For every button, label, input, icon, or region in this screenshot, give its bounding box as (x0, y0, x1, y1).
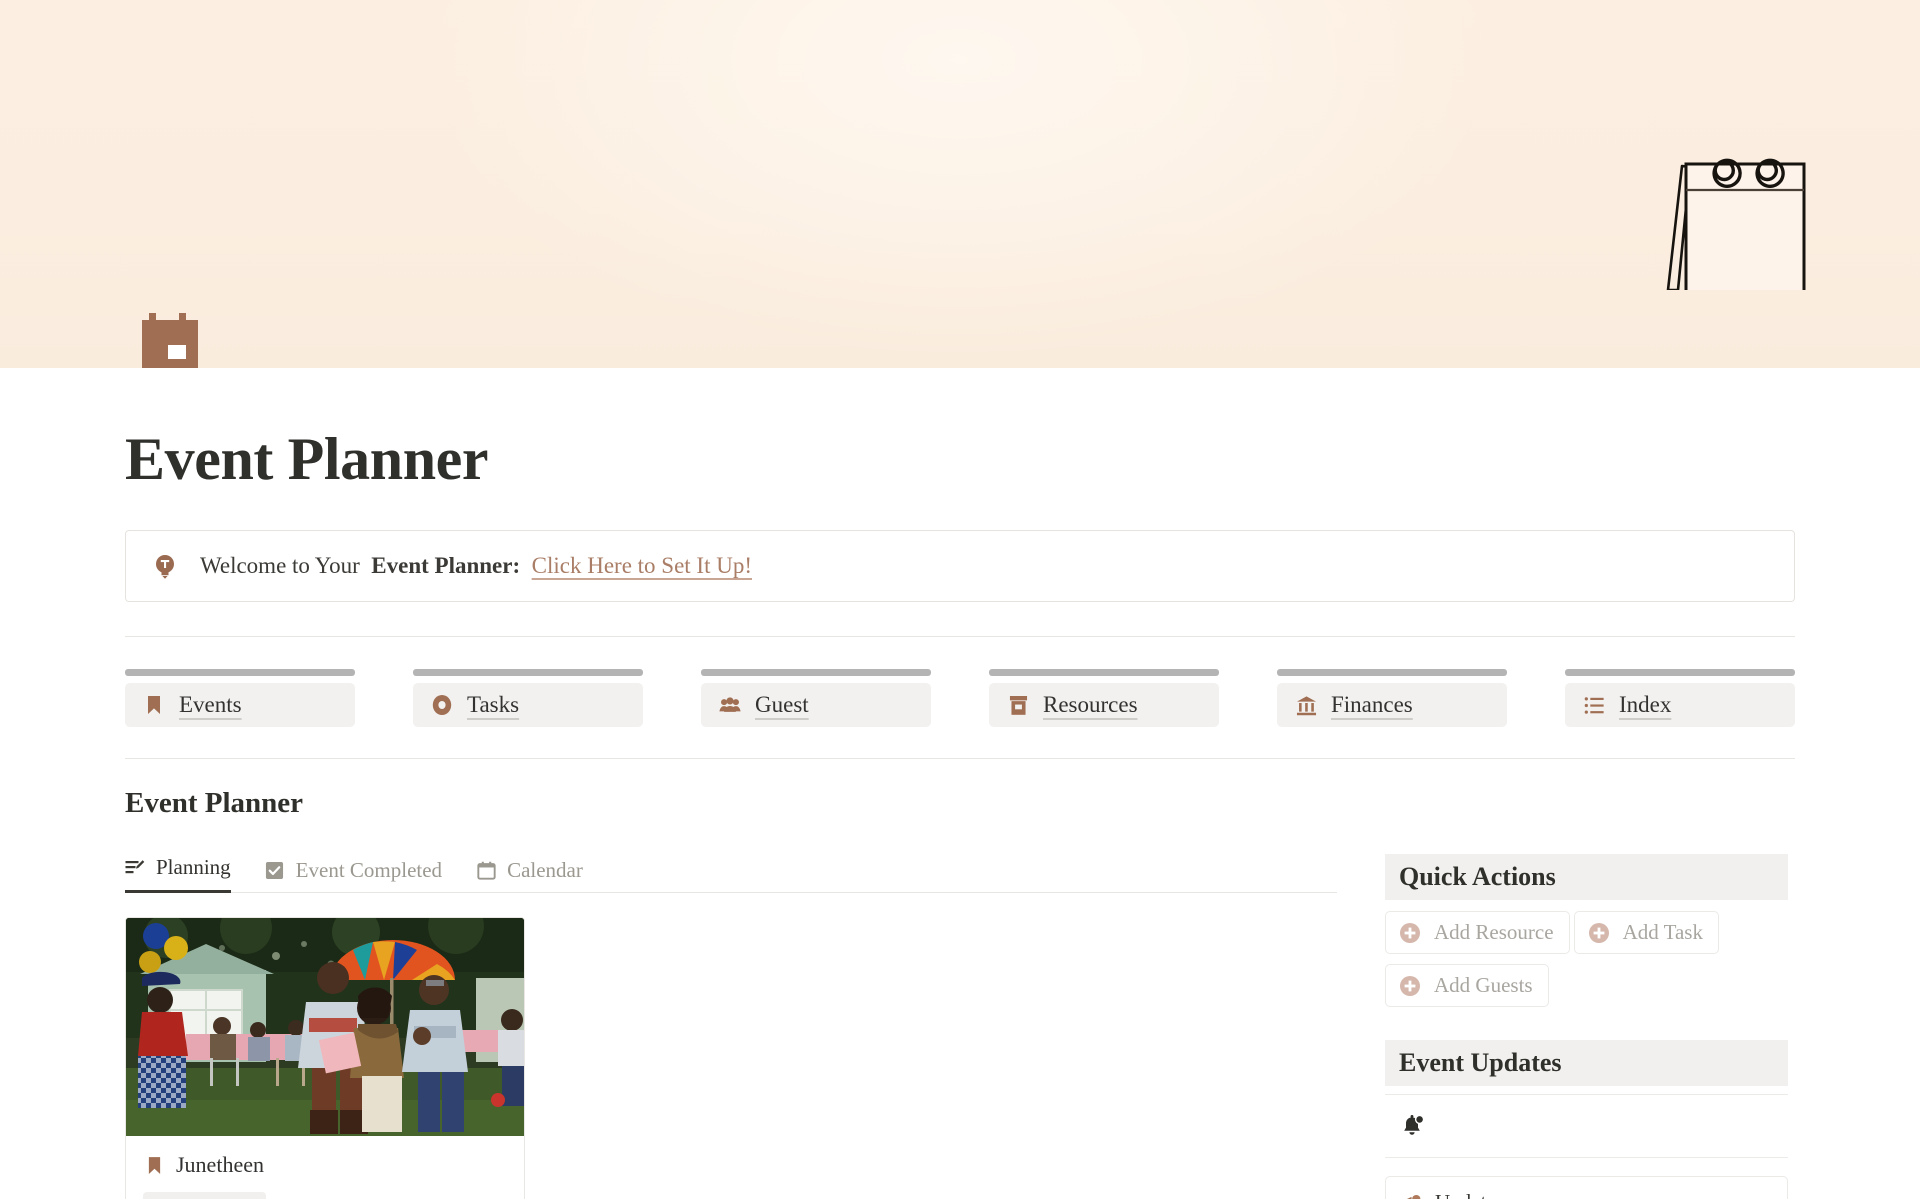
main-area: Planning Event Completed Calendar Juneth… (125, 854, 1795, 1199)
nav-label-guest: Guest (755, 692, 809, 717)
add-task-button[interactable]: Add Task (1573, 911, 1719, 954)
nav-cell-finances: Finances (1277, 669, 1565, 727)
page-title: Event Planner (125, 426, 489, 492)
nav-label-events: Events (179, 692, 242, 717)
nav-topbar (701, 669, 931, 676)
plus-circle-icon (1399, 975, 1421, 997)
nav-button-finances[interactable]: Finances (1277, 683, 1507, 727)
page-banner (0, 0, 1920, 368)
nav-cell-events: Events (125, 669, 413, 727)
lightbulb-icon (154, 553, 176, 579)
tab-calendar[interactable]: Calendar (476, 858, 583, 893)
tab-label-calendar: Calendar (507, 858, 583, 882)
plus-circle-icon (1588, 922, 1610, 944)
banner-glow (410, 0, 1510, 360)
event-card[interactable]: Junetheen Get Together Guests Attending:… (125, 917, 525, 1199)
page-calendar-icon (138, 307, 216, 368)
plus-circle-icon (1399, 922, 1421, 944)
nav-cell-guest: Guest (701, 669, 989, 727)
nav-topbar (1277, 669, 1507, 676)
bank-icon (1295, 694, 1317, 716)
nav-label-finances: Finances (1331, 692, 1413, 717)
people-group-icon (719, 694, 741, 716)
calendar-icon (476, 861, 496, 881)
event-card-title: Junetheen (176, 1152, 264, 1177)
nav-cell-index: Index (1565, 669, 1853, 727)
spiral-calendar-illustration (1660, 140, 1830, 290)
megaphone-icon (1402, 1194, 1423, 1199)
tab-event-completed[interactable]: Event Completed (265, 858, 442, 893)
section-nav: Events Tasks Guest Resources Finances In… (125, 669, 1795, 727)
bell-notification-icon (1401, 1114, 1425, 1138)
nav-button-guest[interactable]: Guest (701, 683, 931, 727)
add-resource-button[interactable]: Add Resource (1385, 911, 1570, 954)
edit-list-icon (125, 858, 145, 878)
nav-button-events[interactable]: Events (125, 683, 355, 727)
quick-actions-header: Quick Actions (1385, 854, 1788, 900)
bulleted-list-icon (1583, 694, 1605, 716)
divider-top (125, 636, 1795, 637)
event-card-title-row: Junetheen (143, 1152, 507, 1178)
welcome-callout: Welcome to Your Event Planner: Click Her… (125, 530, 1795, 602)
callout-prefix: Welcome to Your (200, 553, 360, 578)
nav-topbar (989, 669, 1219, 676)
bookmark-icon (143, 694, 165, 716)
archive-box-icon (1007, 694, 1029, 716)
add-guests-button[interactable]: Add Guests (1385, 964, 1549, 1007)
add-task-label: Add Task (1622, 920, 1703, 944)
event-updates-header: Event Updates (1385, 1040, 1788, 1086)
updates-bell-row (1385, 1095, 1788, 1157)
nav-topbar (413, 669, 643, 676)
nav-label-tasks: Tasks (467, 692, 520, 717)
planning-column: Planning Event Completed Calendar Juneth… (125, 854, 1337, 1199)
page-content: Event Planner Welcome to Your Event Plan… (0, 426, 1920, 1199)
callout-emphasis: Event Planner: (371, 553, 521, 578)
event-card-tag: Get Together (143, 1192, 267, 1199)
nav-label-resources: Resources (1043, 692, 1138, 717)
nav-cell-resources: Resources (989, 669, 1277, 727)
nav-button-resources[interactable]: Resources (989, 683, 1219, 727)
setup-link[interactable]: Click Here to Set It Up! (532, 553, 752, 578)
tab-label-planning: Planning (156, 855, 231, 879)
nav-cell-tasks: Tasks (413, 669, 701, 727)
nav-label-index: Index (1619, 692, 1672, 717)
checkbox-icon (265, 861, 285, 881)
view-tabs: Planning Event Completed Calendar (125, 854, 1337, 893)
tab-planning[interactable]: Planning (125, 855, 231, 893)
add-guests-label: Add Guests (1434, 973, 1533, 997)
event-card-photo (126, 918, 524, 1136)
quick-actions-list: Add Resource Add Task Add Guests (1385, 911, 1788, 1017)
bookmark-icon (143, 1154, 165, 1176)
updates-list-item[interactable]: Updates (1385, 1176, 1788, 1199)
updates-item-label: Updates (1435, 1190, 1504, 1199)
divider-below-nav (125, 758, 1795, 759)
add-resource-label: Add Resource (1434, 920, 1554, 944)
nav-button-index[interactable]: Index (1565, 683, 1795, 727)
section-heading: Event Planner (125, 787, 304, 819)
nav-topbar (1565, 669, 1795, 676)
circle-dot-icon (431, 694, 453, 716)
nav-button-tasks[interactable]: Tasks (413, 683, 643, 727)
sidebar-column: Quick Actions Add Resource Add Task Add … (1385, 854, 1788, 1199)
nav-topbar (125, 669, 355, 676)
welcome-callout-text: Welcome to Your Event Planner: Click Her… (200, 553, 752, 579)
event-card-body: Junetheen Get Together Guests Attending:… (126, 1136, 524, 1199)
updates-divider-bottom (1385, 1157, 1788, 1158)
tab-label-event-completed: Event Completed (295, 858, 443, 882)
